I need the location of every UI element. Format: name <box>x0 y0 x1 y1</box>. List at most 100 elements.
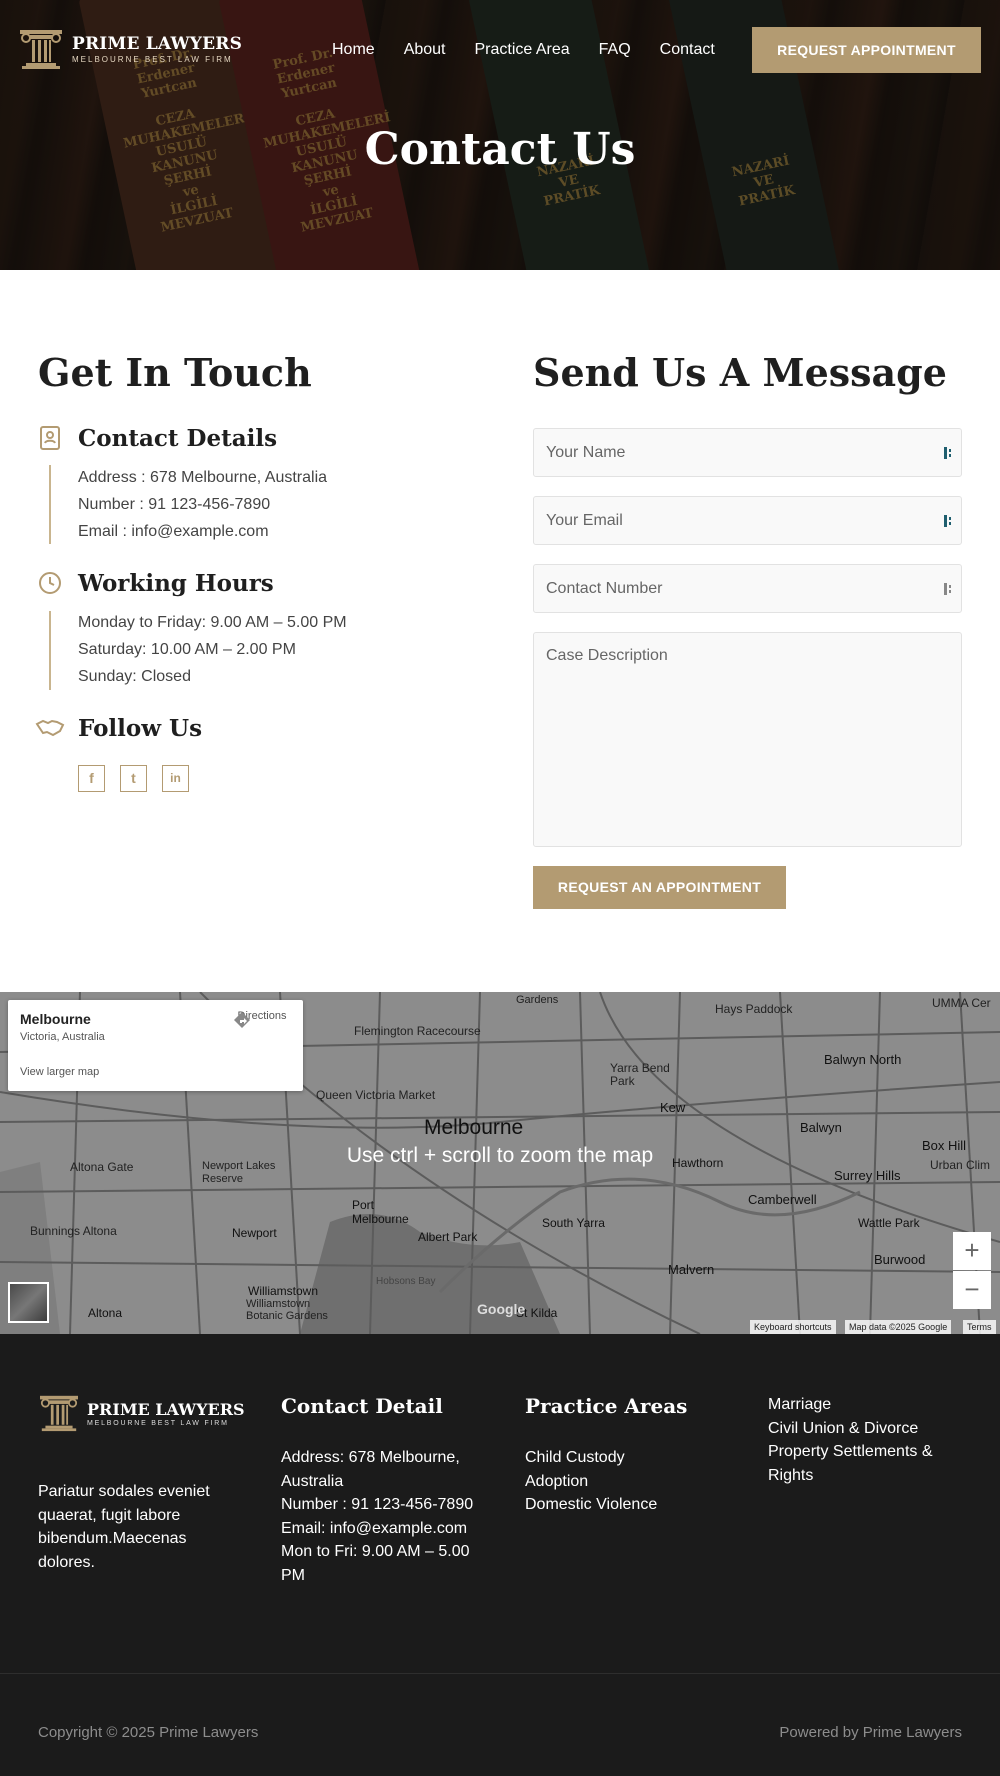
footer-link-adoption[interactable]: Adoption <box>525 1470 725 1494</box>
map-city-label: Melbourne <box>424 1116 524 1139</box>
contact-book-icon <box>40 426 60 450</box>
footer-contact-heading: Contact Detail <box>281 1394 443 1418</box>
map-label: Surrey Hills <box>834 1168 901 1183</box>
facebook-icon[interactable]: f <box>78 765 105 792</box>
directions-button[interactable]: Directions <box>232 1010 292 1028</box>
footer-address: Address: 678 Melbourne, Australia <box>281 1449 460 1490</box>
map-label: Kew <box>660 1100 686 1115</box>
phone-field-wrapper <box>533 564 962 613</box>
footer-practice-heading: Practice Areas <box>525 1394 688 1418</box>
main-nav: Home About Practice Area FAQ Contact <box>332 41 744 59</box>
hours-weekday: Monday to Friday: 9.00 AM – 5.00 PM <box>78 614 347 631</box>
map-data-attribution: Map data ©2025 Google <box>845 1320 952 1334</box>
map-place-card: Melbourne Victoria, Australia View large… <box>8 1000 303 1091</box>
footer-link-civil-union-divorce[interactable]: Civil Union & Divorce <box>768 1417 968 1441</box>
divider-line <box>49 611 51 690</box>
name-input[interactable] <box>534 429 961 476</box>
get-in-touch-heading: Get In Touch <box>38 350 312 395</box>
case-description-textarea[interactable] <box>534 633 961 846</box>
map-label: Hobsons Bay <box>376 1276 436 1287</box>
map-type-toggle[interactable] <box>8 1282 49 1323</box>
email-text[interactable]: Email : info@example.com <box>78 518 327 545</box>
hours-saturday: Saturday: 10.00 AM – 2.00 PM <box>78 641 296 658</box>
map-label: Balwyn North <box>824 1052 902 1067</box>
map-label: South Yarra <box>542 1216 605 1230</box>
request-an-appointment-button[interactable]: REQUEST AN APPOINTMENT <box>533 866 786 909</box>
autofill-key-icon <box>944 515 951 527</box>
map-label: Balwyn <box>800 1120 842 1135</box>
send-message-heading: Send Us A Message <box>533 350 947 395</box>
footer-link-marriage[interactable]: Marriage <box>768 1393 968 1417</box>
map-label: Port Melbourne <box>352 1198 409 1226</box>
pillar-icon <box>20 30 62 69</box>
nav-practice-area[interactable]: Practice Area <box>475 41 570 59</box>
email-input[interactable] <box>534 497 961 544</box>
footer-email[interactable]: Email: info@example.com <box>281 1517 481 1541</box>
footer-link-domestic-violence[interactable]: Domestic Violence <box>525 1493 725 1517</box>
request-appointment-button[interactable]: REQUEST APPOINTMENT <box>752 27 981 73</box>
footer-practice-list: Child Custody Adoption Domestic Violence <box>525 1446 725 1517</box>
map-label: Queen Victoria Market <box>316 1088 436 1102</box>
map-label: Bunnings Altona <box>30 1224 117 1238</box>
footer-link-property-settlements[interactable]: Property Settlements & Rights <box>768 1440 968 1487</box>
map-zoom-hint: Use ctrl + scroll to zoom the map <box>346 1144 654 1167</box>
nav-home[interactable]: Home <box>332 41 375 59</box>
powered-by-text: Powered by Prime Lawyers <box>779 1724 962 1741</box>
footer-brand-name: PRIME LAWYERS <box>87 1399 245 1419</box>
page-title: Contact Us <box>364 124 636 175</box>
nav-contact[interactable]: Contact <box>660 41 715 59</box>
map-label: UMMA Cer <box>932 996 991 1010</box>
footer-brand-tagline: MELBOURNE BEST LAW FIRM <box>87 1419 229 1427</box>
autofill-key-icon <box>944 447 951 459</box>
map-label: Flemington Racecourse <box>354 1024 481 1038</box>
map-label: Gardens <box>516 994 559 1006</box>
address-text: Address : 678 Melbourne, Australia <box>78 469 328 486</box>
handshake-icon <box>35 719 65 737</box>
footer-contact-list: Address: 678 Melbourne, Australia Number… <box>281 1446 481 1587</box>
pillar-icon <box>40 1395 78 1432</box>
email-field-wrapper <box>533 496 962 545</box>
contact-number-input[interactable] <box>534 565 961 612</box>
map-label: Burwood <box>874 1252 926 1267</box>
google-map[interactable]: Flemington Racecourse Queen Victoria Mar… <box>0 992 1000 1334</box>
autofill-key-icon <box>944 583 951 595</box>
twitter-icon[interactable]: t <box>120 765 147 792</box>
site-footer: PRIME LAWYERS MELBOURNE BEST LAW FIRM Pa… <box>0 1334 1000 1776</box>
footer-brand-logo[interactable]: PRIME LAWYERS MELBOURNE BEST LAW FIRM <box>38 1394 245 1432</box>
contact-details-list: Address : 678 Melbourne, Australia Numbe… <box>78 464 327 545</box>
clock-icon <box>39 572 61 594</box>
map-place-name: Melbourne <box>20 1011 91 1027</box>
footer-phone[interactable]: Number : 91 123-456-7890 <box>281 1493 481 1517</box>
contact-details-heading: Contact Details <box>78 425 278 452</box>
footer-divider <box>0 1673 1000 1674</box>
phone-text[interactable]: Number : 91 123-456-7890 <box>78 491 327 518</box>
footer-link-child-custody[interactable]: Child Custody <box>525 1446 725 1470</box>
name-field-wrapper <box>533 428 962 477</box>
map-label: Altona <box>88 1306 123 1320</box>
working-hours-list: Monday to Friday: 9.00 AM – 5.00 PM Satu… <box>78 609 347 690</box>
nav-about[interactable]: About <box>404 41 446 59</box>
case-field-wrapper <box>533 632 962 847</box>
google-logo: Google <box>477 1301 526 1317</box>
map-place-region: Victoria, Australia <box>20 1031 105 1043</box>
map-terms-link[interactable]: Terms <box>963 1320 996 1334</box>
footer-hours: Mon to Fri: 9.00 AM – 5.00 PM <box>281 1543 470 1584</box>
map-label: Malvern <box>668 1262 715 1277</box>
divider-line <box>49 465 51 544</box>
zoom-in-button[interactable]: + <box>953 1232 991 1270</box>
view-larger-map-link[interactable]: View larger map <box>20 1066 99 1078</box>
directions-icon <box>234 1012 250 1028</box>
footer-about-text: Pariatur sodales eveniet quaerat, fugit … <box>38 1483 210 1571</box>
working-hours-heading: Working Hours <box>78 570 274 597</box>
footer-practice-list-2: Marriage Civil Union & Divorce Property … <box>768 1393 968 1487</box>
zoom-out-button[interactable]: − <box>953 1271 991 1309</box>
nav-faq[interactable]: FAQ <box>599 41 631 59</box>
map-label: Williamstown <box>248 1284 319 1298</box>
hours-sunday: Sunday: Closed <box>78 668 191 685</box>
map-label: Williamstown Botanic Gardens <box>246 1298 328 1322</box>
map-label: Camberwell <box>748 1192 817 1207</box>
brand-logo[interactable]: PRIME LAWYERS MELBOURNE BEST LAW FIRM <box>18 28 242 70</box>
linkedin-icon[interactable]: in <box>162 765 189 792</box>
hero-banner: Prof. Dr. Erdener Yurtcan CEZA MUHAKEMELER… <box>0 0 1000 270</box>
keyboard-shortcuts-link[interactable]: Keyboard shortcuts <box>750 1320 836 1334</box>
